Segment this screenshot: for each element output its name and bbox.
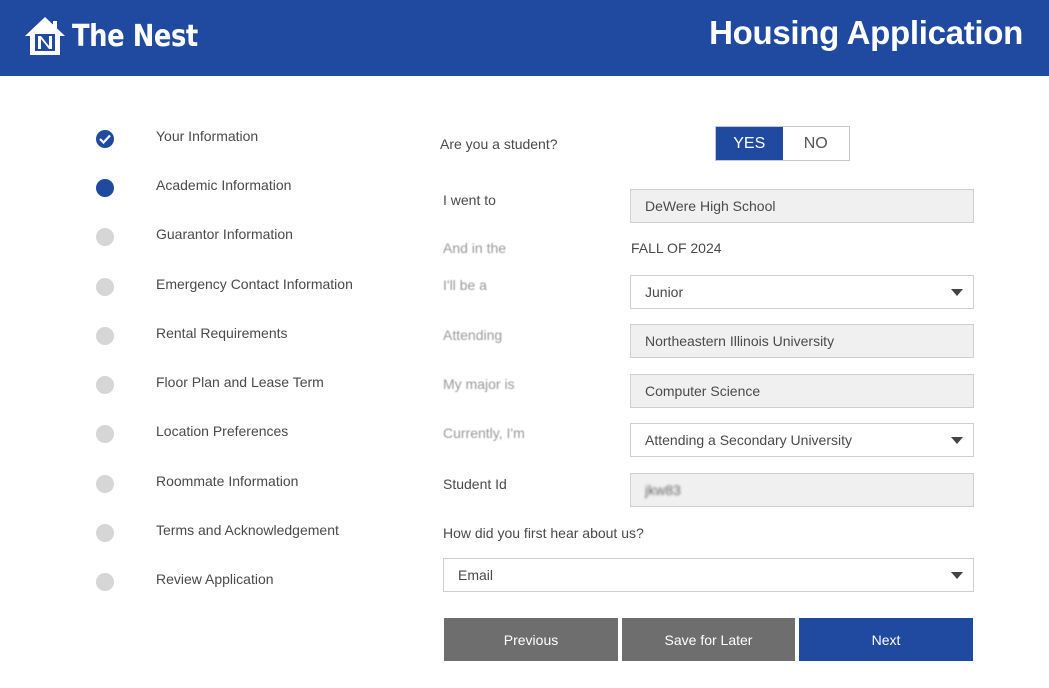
brand-name: The Nest [72,18,198,54]
student-no-button[interactable]: NO [782,127,849,160]
pending-step-dot-icon [96,278,114,296]
step-label: Review Application [156,571,274,587]
next-button[interactable]: Next [799,618,973,661]
pending-step-dot-icon [96,376,114,394]
pending-step-dot-icon [96,228,114,246]
went-to-label: I went to [443,192,496,208]
high-school-field[interactable]: DeWere High School [630,189,974,223]
pending-step-dot-icon [96,475,114,493]
pending-step-dot-icon [96,327,114,345]
chevron-down-icon [951,572,963,579]
pending-step-dot-icon [96,524,114,542]
brand-logo[interactable]: The Nest [24,15,218,57]
university-field[interactable]: Northeastern Illinois University [630,324,974,358]
referral-source-select[interactable]: Email [443,558,974,592]
step-label: Emergency Contact Information [156,276,353,292]
student-id-value: jkw83 [645,482,681,498]
step-label: Rental Requirements [156,325,288,341]
enrollment-status-select[interactable]: Attending a Secondary University [630,423,974,457]
check-icon [96,130,114,148]
major-value: Computer Science [645,383,761,399]
app-header: The Nest Housing Application [0,0,1049,76]
previous-button[interactable]: Previous [444,618,618,661]
referral-source-value: Email [458,567,494,583]
step-label: Terms and Acknowledgement [156,522,339,538]
attending-label: Attending [443,327,503,343]
step-label: Academic Information [156,177,292,193]
referral-question-label: How did you first hear about us? [443,525,644,541]
class-year-select[interactable]: Junior [630,275,974,309]
step-label: Roommate Information [156,473,299,489]
and-in-the-label: And in the [443,240,507,256]
major-field[interactable]: Computer Science [630,374,974,408]
pending-step-dot-icon [96,425,114,443]
student-question-label: Are you a student? [440,136,558,152]
chevron-down-icon [951,437,963,444]
step-label: Floor Plan and Lease Term [156,374,324,390]
pending-step-dot-icon [96,573,114,591]
current-step-dot-icon [96,179,114,197]
house-logo-icon [24,15,66,57]
currently-label: Currently, I'm [443,425,525,441]
student-id-label: Student Id [443,476,507,492]
enrollment-status-value: Attending a Secondary University [645,432,852,448]
save-for-later-button[interactable]: Save for Later [622,618,795,661]
page-title: Housing Application [709,14,1023,51]
student-toggle: YES NO [715,126,850,161]
high-school-value: DeWere High School [645,198,776,214]
student-id-field[interactable]: jkw83 [630,473,974,507]
step-label: Location Preferences [156,423,289,439]
step-label: Your Information [156,128,259,144]
student-yes-button[interactable]: YES [716,127,783,160]
class-year-label: I'll be a [443,277,487,293]
term-value: FALL OF 2024 [631,240,722,256]
step-label: Guarantor Information [156,226,293,242]
class-year-value: Junior [645,284,684,300]
university-value: Northeastern Illinois University [645,333,835,349]
major-label: My major is [443,376,515,392]
chevron-down-icon [951,289,963,296]
